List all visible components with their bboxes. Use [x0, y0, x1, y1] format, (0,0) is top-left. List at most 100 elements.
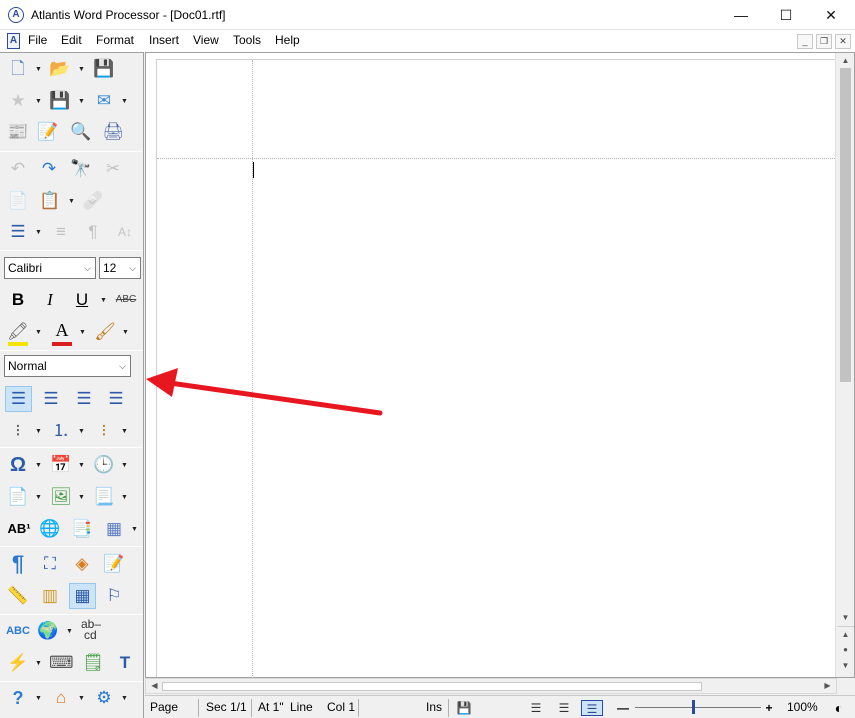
- open-folder-icon[interactable]: 📂: [48, 57, 72, 81]
- font-name-select[interactable]: Calibri ⌵: [4, 257, 96, 279]
- atlantis-logo-icon[interactable]: A: [8, 7, 24, 23]
- zoom-in-button[interactable]: +: [761, 700, 777, 716]
- spellcheck-icon[interactable]: ABC: [4, 619, 32, 643]
- paste-dropdown-arrow[interactable]: ▼: [68, 197, 76, 207]
- color-scheme-icon[interactable]: ◈: [70, 552, 94, 576]
- menu-view[interactable]: View: [193, 33, 219, 47]
- eraser-icon[interactable]: 🩹: [81, 189, 105, 213]
- format-painter-dropdown-arrow[interactable]: ▼: [122, 328, 130, 338]
- insert-table-icon[interactable]: ▦: [102, 517, 126, 541]
- paragraph-align-icon[interactable]: ☰: [6, 220, 30, 244]
- italic-button[interactable]: I: [38, 288, 62, 312]
- insert-date-dropdown-arrow[interactable]: ▼: [78, 461, 86, 471]
- justify-button[interactable]: ☰: [104, 387, 128, 411]
- pointer-flag-icon[interactable]: ⚐: [102, 584, 126, 608]
- insert-picture-icon[interactable]: 🖼: [49, 485, 73, 509]
- change-case-icon[interactable]: A↕: [113, 220, 137, 244]
- notes-icon[interactable]: 📝: [102, 552, 126, 576]
- bullet-list-dropdown-arrow[interactable]: ▼: [35, 427, 43, 437]
- numbered-list-icon[interactable]: ⒈: [49, 419, 73, 443]
- maximize-button[interactable]: ☐: [763, 0, 809, 30]
- zoom-out-button[interactable]: —: [615, 700, 631, 716]
- edit-document-icon[interactable]: 📝: [36, 120, 60, 144]
- horizontal-scrollbar[interactable]: ◀ ▶: [145, 678, 837, 694]
- autotext-dropdown-arrow[interactable]: ▼: [35, 659, 43, 669]
- email-dropdown-arrow[interactable]: ▼: [121, 97, 129, 107]
- align-left-button[interactable]: ☰: [5, 386, 32, 412]
- document-properties-icon[interactable]: 📰: [6, 120, 30, 144]
- numbered-list-dropdown-arrow[interactable]: ▼: [78, 427, 86, 437]
- multilevel-list-dropdown-arrow[interactable]: ▼: [121, 427, 129, 437]
- contrast-mode-icon[interactable]: ◐: [831, 700, 847, 716]
- highlight-dropdown-arrow[interactable]: ▼: [35, 328, 43, 338]
- status-insert-mode[interactable]: Ins: [421, 699, 449, 717]
- new-dropdown-arrow[interactable]: ▼: [35, 65, 43, 75]
- web-layout-view-icon[interactable]: ☰: [556, 700, 572, 716]
- translate-globe-icon[interactable]: 🌍: [36, 619, 60, 643]
- scroll-down-button[interactable]: ▼: [837, 610, 854, 625]
- strikethrough-button[interactable]: ABC: [112, 288, 140, 312]
- text-box-icon[interactable]: T: [113, 651, 137, 675]
- zoom-slider-track[interactable]: [635, 707, 761, 708]
- highlight-marker-icon[interactable]: 🖍: [6, 320, 30, 344]
- save-icon[interactable]: 💾: [92, 57, 116, 81]
- card-icon[interactable]: 🗒: [81, 651, 105, 675]
- options-gear-icon[interactable]: ⚙: [92, 686, 116, 710]
- scroll-up-button[interactable]: ▲: [837, 53, 854, 68]
- font-color-dropdown-arrow[interactable]: ▼: [79, 328, 87, 338]
- bullet-list-icon[interactable]: ⁝: [6, 419, 30, 443]
- insert-time-dropdown-arrow[interactable]: ▼: [121, 461, 129, 471]
- show-marks-icon[interactable]: ¶: [81, 220, 105, 244]
- previous-page-button[interactable]: ▲: [837, 626, 854, 641]
- font-size-select[interactable]: 12 ⌵: [99, 257, 141, 279]
- mdi-minimize-button[interactable]: _: [797, 34, 813, 49]
- document-page[interactable]: [156, 59, 837, 678]
- undo-icon[interactable]: ↶: [6, 157, 30, 181]
- help-icon[interactable]: ?: [6, 686, 30, 710]
- section-break-dropdown-arrow[interactable]: ▼: [121, 493, 129, 503]
- line-spacing-icon[interactable]: ≡: [49, 220, 73, 244]
- minimize-button[interactable]: —: [718, 0, 764, 30]
- ruler-icon[interactable]: 📏: [6, 584, 30, 608]
- open-dropdown-arrow[interactable]: ▼: [78, 65, 86, 75]
- grid-view-button[interactable]: ▦: [69, 583, 96, 609]
- section-break-icon[interactable]: 📃: [92, 485, 116, 509]
- home-globe-icon[interactable]: ⌂: [49, 686, 73, 710]
- underline-button[interactable]: U: [70, 288, 94, 312]
- style-select[interactable]: Normal ⌵: [4, 355, 131, 377]
- copy-icon[interactable]: 📄: [6, 189, 30, 213]
- bookmark-icon[interactable]: 📑: [70, 517, 94, 541]
- hyperlink-globe-icon[interactable]: 🌐: [38, 517, 62, 541]
- hyphenation-icon[interactable]: ab– cd: [81, 618, 111, 641]
- align-center-button[interactable]: ☰: [39, 387, 63, 411]
- help-dropdown-arrow[interactable]: ▼: [35, 694, 43, 704]
- new-document-icon[interactable]: 🗋: [6, 57, 30, 81]
- next-page-button[interactable]: ▼: [837, 658, 854, 673]
- save-as-icon[interactable]: 💾: [48, 89, 72, 113]
- symbol-dropdown-arrow[interactable]: ▼: [35, 461, 43, 471]
- close-button[interactable]: ✕: [808, 0, 854, 30]
- horizontal-scroll-thumb[interactable]: [162, 682, 702, 691]
- font-color-icon[interactable]: A: [50, 318, 74, 342]
- vertical-scrollbar[interactable]: ▲ ▼ ▲ ● ▼: [835, 53, 854, 677]
- autotext-flash-icon[interactable]: ⚡: [6, 651, 30, 675]
- format-painter-brush-icon[interactable]: 🖌: [93, 320, 117, 344]
- mdi-restore-button[interactable]: ❐: [816, 34, 832, 49]
- bold-button[interactable]: B: [6, 288, 30, 312]
- underline-dropdown-arrow[interactable]: ▼: [100, 296, 108, 306]
- menu-format[interactable]: Format: [96, 33, 134, 47]
- page-layout-view-icon[interactable]: ☰: [581, 700, 603, 716]
- translate-dropdown-arrow[interactable]: ▼: [66, 627, 74, 637]
- scroll-right-button[interactable]: ▶: [819, 679, 836, 693]
- favorites-star-icon[interactable]: ★: [6, 89, 30, 113]
- footnote-icon[interactable]: AB¹: [4, 517, 34, 541]
- insert-time-clock-icon[interactable]: 🕒: [92, 453, 116, 477]
- paragraph-align-dropdown-arrow[interactable]: ▼: [35, 228, 43, 238]
- document-icon[interactable]: A: [7, 33, 20, 49]
- browse-object-button[interactable]: ●: [837, 642, 854, 657]
- scroll-left-button[interactable]: ◀: [146, 679, 163, 693]
- cut-scissors-icon[interactable]: ✂: [101, 157, 125, 181]
- keyboard-icon[interactable]: ⌨: [49, 651, 74, 675]
- paste-clipboard-icon[interactable]: 📋: [38, 189, 62, 213]
- insert-date-calendar-icon[interactable]: 📅: [49, 453, 73, 477]
